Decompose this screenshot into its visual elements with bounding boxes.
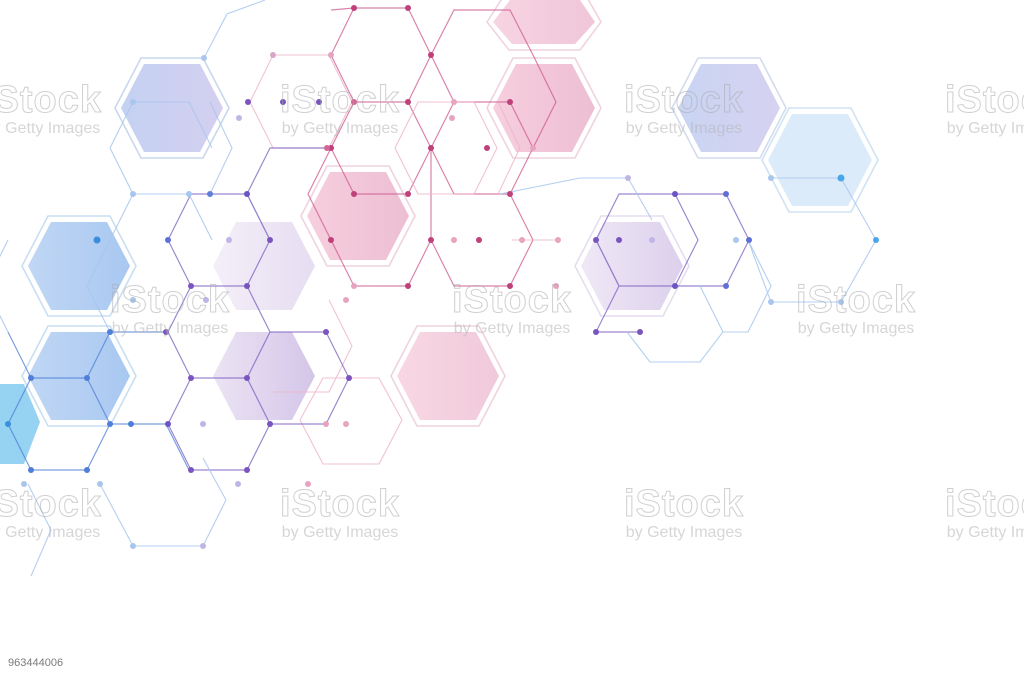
hex-fill-blue [678, 64, 780, 152]
hex-fill-lavender [581, 222, 683, 310]
hex-fill-blue [28, 222, 130, 310]
hex-fill-pink [397, 332, 499, 420]
hex-fill-pink [307, 172, 409, 260]
hex-fill-lightblue [768, 114, 872, 206]
stock-image-id: 963444006 [2, 654, 70, 672]
hex-fill-blue [28, 332, 130, 420]
hex-fill-pink [493, 0, 595, 44]
hex-fill-lavender [213, 222, 315, 310]
filled-hexagons [0, 0, 872, 464]
hexagon-pattern-background [0, 0, 879, 577]
